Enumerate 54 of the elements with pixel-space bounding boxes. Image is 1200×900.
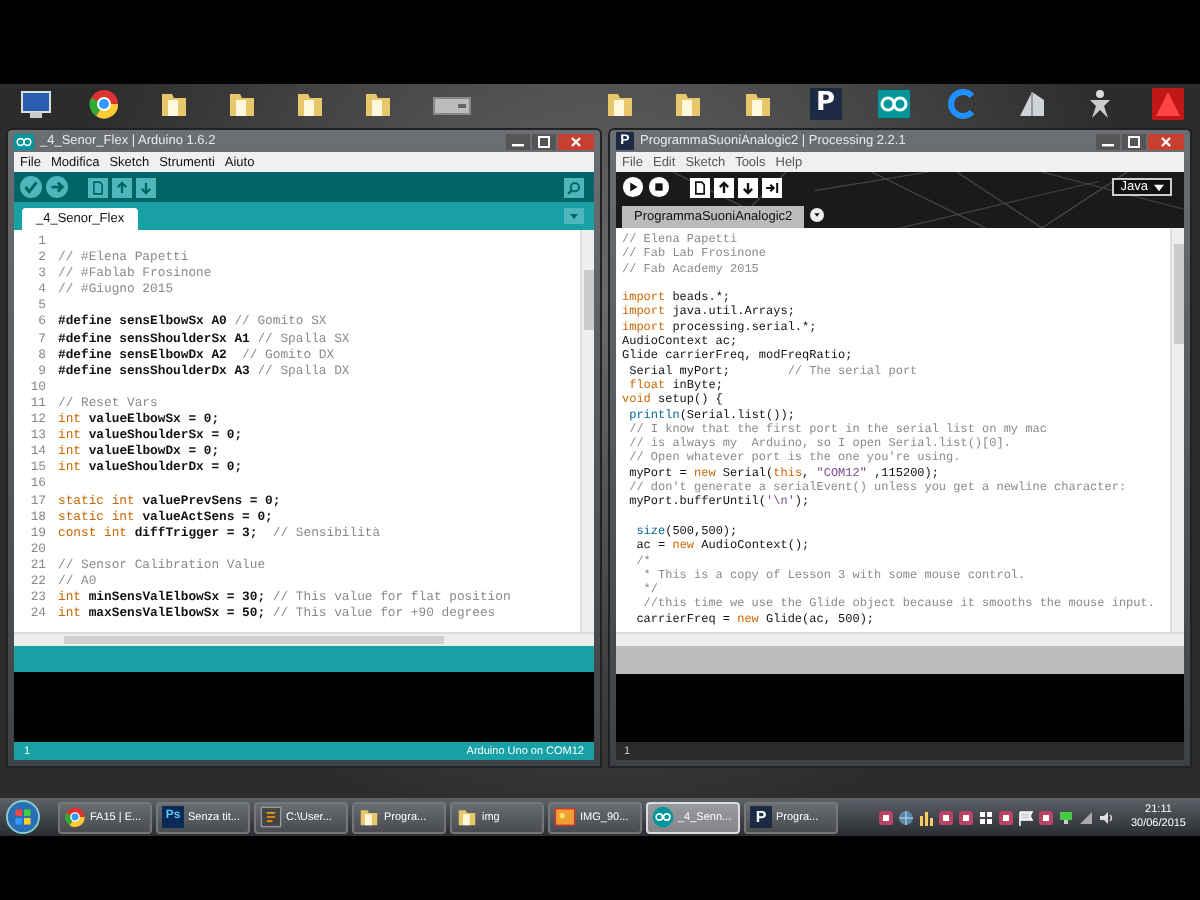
search-icon[interactable]	[564, 177, 584, 197]
dropdown-arrow-icon[interactable]	[564, 208, 584, 224]
maximize-icon[interactable]	[1122, 133, 1146, 149]
bars-icon[interactable]	[918, 809, 935, 825]
vertical-scrollbar[interactable]	[1170, 228, 1184, 632]
down-arrow-icon[interactable]	[738, 177, 758, 197]
image-viewer-icon	[554, 806, 576, 828]
horizontal-scrollbar[interactable]	[14, 632, 594, 646]
folder-icon[interactable]	[741, 88, 773, 120]
speaker-icon[interactable]	[1098, 809, 1115, 825]
tray-app-icon[interactable]	[998, 809, 1015, 825]
folder-icon[interactable]	[157, 88, 189, 120]
grid-icon[interactable]	[978, 809, 995, 825]
folder-icon	[456, 806, 478, 828]
folder-icon[interactable]	[672, 88, 705, 120]
caret-icon	[1154, 183, 1164, 191]
text-editor-icon	[260, 806, 282, 828]
processing-logo-icon: P	[750, 806, 772, 828]
infinity-logo-icon	[14, 133, 34, 149]
maximize-icon[interactable]	[532, 133, 556, 149]
add-tab-icon[interactable]	[810, 208, 825, 222]
up-arrow-icon[interactable]	[714, 177, 734, 197]
infinity-logo-icon	[652, 806, 674, 828]
folder-icon[interactable]	[362, 88, 395, 120]
processing-icon[interactable]: P	[809, 88, 842, 120]
start-button[interactable]	[6, 800, 40, 834]
stop-icon[interactable]	[648, 176, 670, 198]
c-logo-icon[interactable]	[946, 88, 979, 120]
flag-icon[interactable]	[1018, 809, 1035, 825]
folder-icon[interactable]	[604, 88, 636, 120]
building-icon[interactable]	[1015, 88, 1047, 120]
close-icon[interactable]	[558, 133, 594, 149]
browser-icon	[64, 806, 86, 828]
infinity-logo-icon[interactable]	[878, 88, 910, 120]
minimize-icon[interactable]	[506, 133, 530, 149]
folder-icon[interactable]	[225, 88, 258, 120]
computer-icon[interactable]	[20, 88, 52, 120]
tray-app-icon[interactable]	[878, 809, 895, 825]
close-icon[interactable]	[1148, 133, 1184, 149]
browser-icon[interactable]	[88, 88, 121, 120]
network-icon[interactable]	[1058, 809, 1075, 825]
horizontal-scrollbar[interactable]	[616, 632, 1184, 646]
globe-icon[interactable]	[898, 809, 915, 825]
tray-app-icon[interactable]	[1038, 809, 1055, 825]
check-icon[interactable]	[20, 176, 42, 198]
folder-icon[interactable]	[294, 88, 326, 120]
signal-icon[interactable]	[1078, 809, 1095, 825]
export-icon[interactable]	[762, 177, 782, 197]
vertical-scrollbar[interactable]	[580, 230, 594, 632]
play-icon[interactable]	[622, 176, 644, 198]
right-arrow-icon[interactable]	[46, 176, 68, 198]
minimize-icon[interactable]	[1096, 133, 1120, 149]
new-file-icon[interactable]	[690, 177, 710, 197]
folder-icon	[358, 806, 380, 828]
